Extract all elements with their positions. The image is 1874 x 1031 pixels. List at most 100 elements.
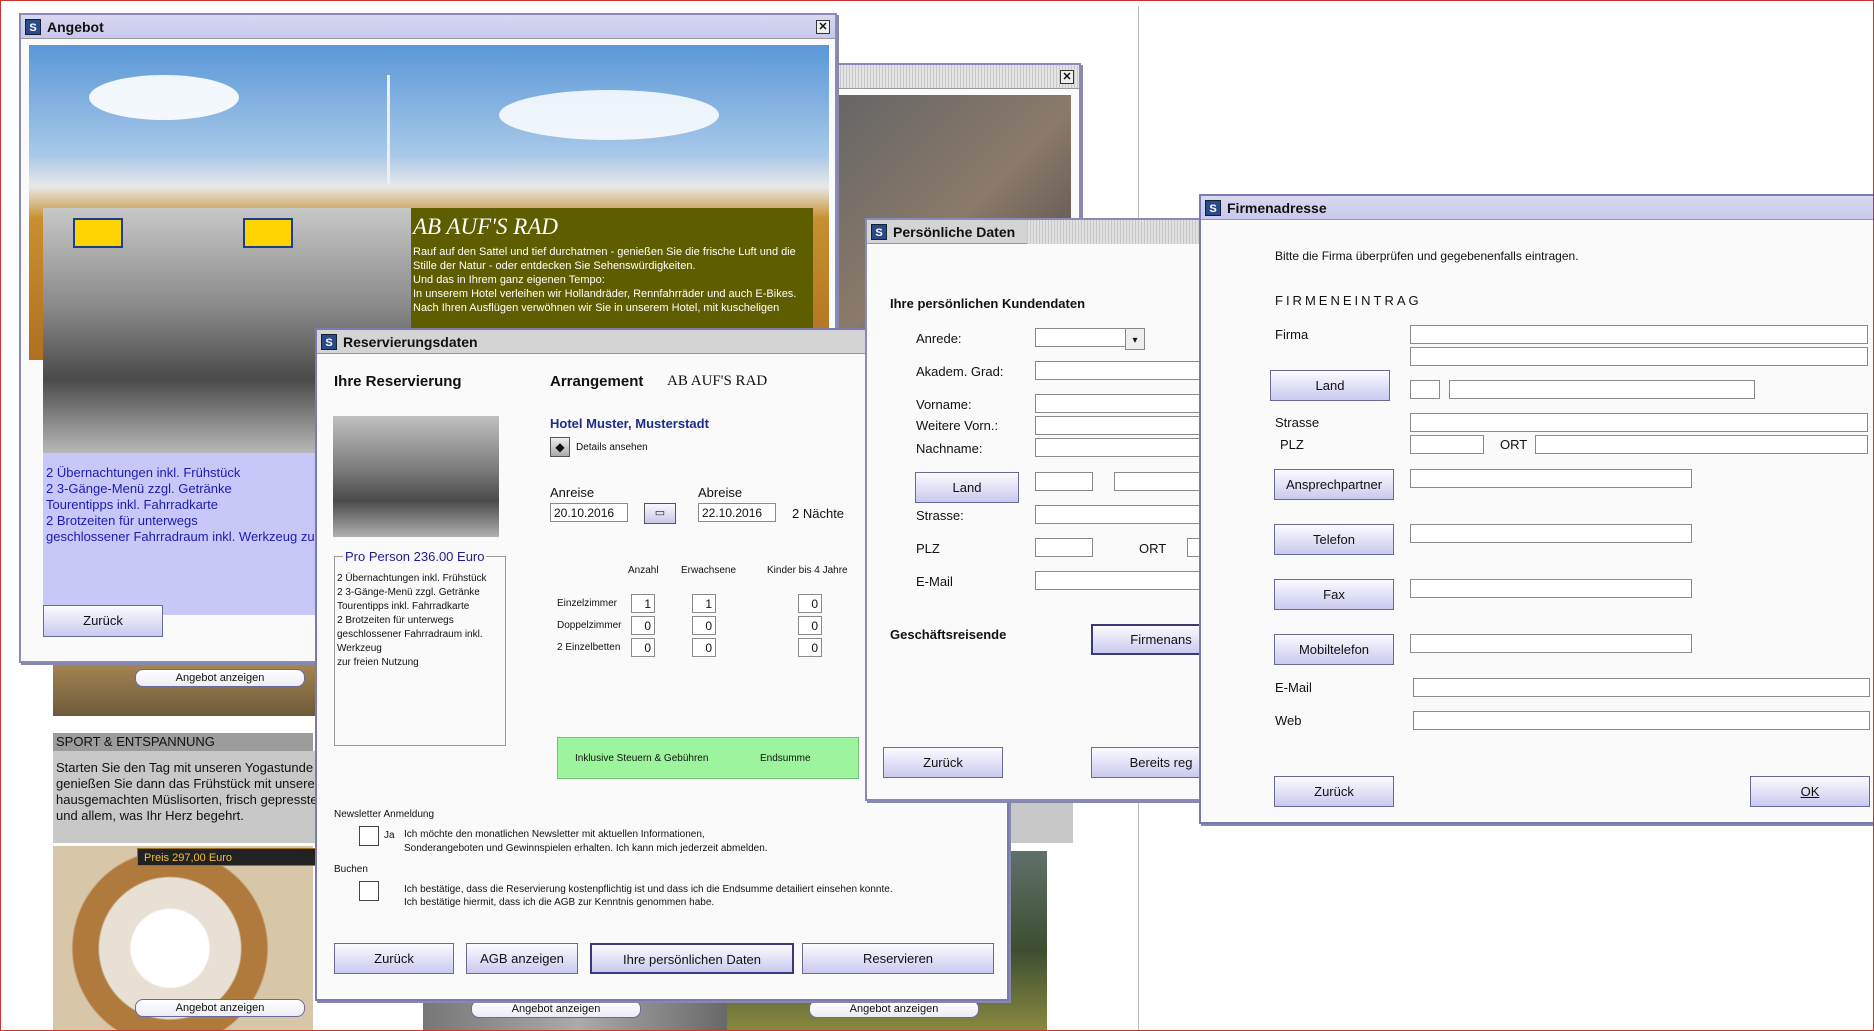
- close-icon[interactable]: ✕: [1060, 70, 1074, 84]
- persoenlich-back-button[interactable]: Zurück: [883, 747, 1003, 778]
- app-icon: S: [25, 19, 41, 35]
- sign: [243, 218, 293, 248]
- newsletter-text: Ich möchte den monatlichen Newsletter mi…: [404, 829, 705, 840]
- fax-button[interactable]: Fax: [1274, 579, 1394, 610]
- firma-land-button[interactable]: Land: [1270, 370, 1390, 401]
- row-label: 2 Einzelbetten: [557, 642, 621, 653]
- col-anzahl: Anzahl: [628, 565, 659, 576]
- pro-person-item: 2 3-Gänge-Menü zzgl. Getränke: [337, 587, 480, 598]
- firma-field-2[interactable]: [1410, 347, 1868, 366]
- hidden-window-titlebar: ✕: [828, 65, 1079, 89]
- firma-field-1[interactable]: [1410, 325, 1868, 344]
- plz-field[interactable]: [1035, 538, 1093, 557]
- land-button[interactable]: Land: [915, 472, 1019, 503]
- vorname-field[interactable]: [1035, 394, 1203, 413]
- titlebar-stripe: [1027, 220, 1203, 244]
- strasse-field[interactable]: [1035, 505, 1203, 524]
- abreise-field[interactable]: 22.10.2016: [698, 503, 776, 522]
- doppelzimmer-kinder[interactable]: 0: [798, 616, 822, 635]
- telefon-button[interactable]: Telefon: [1274, 524, 1394, 555]
- details-icon[interactable]: ◆: [550, 437, 570, 457]
- firma-strasse-field[interactable]: [1410, 413, 1868, 432]
- pro-person-items: 2 Übernachtungen inkl. Frühstück 2 3-Gän…: [337, 572, 505, 670]
- firma-section: FIRMENEINTRAG: [1275, 293, 1422, 308]
- einzelzimmer-anzahl[interactable]: 1: [631, 594, 655, 613]
- show-offer-button-3[interactable]: Angebot anzeigen: [471, 1000, 641, 1018]
- firma-land-code[interactable]: [1410, 380, 1440, 399]
- reservation-photo: [333, 416, 499, 537]
- sign: [73, 218, 123, 248]
- grad-field[interactable]: [1035, 361, 1203, 380]
- details-link[interactable]: Details ansehen: [576, 442, 648, 453]
- firma-plz-field[interactable]: [1410, 435, 1484, 454]
- firma-titlebar: S Firmenadresse: [1201, 196, 1873, 220]
- email-label: E-Mail: [916, 574, 953, 589]
- fax-field[interactable]: [1410, 579, 1692, 598]
- close-icon[interactable]: ✕: [816, 20, 830, 34]
- newsletter-heading: Newsletter Anmeldung: [334, 809, 435, 820]
- einzelbetten-anzahl[interactable]: 0: [631, 638, 655, 657]
- firma-email-label: E-Mail: [1275, 680, 1312, 695]
- nachname-field[interactable]: [1035, 438, 1203, 457]
- buchen-text: Ich bestätige, dass die Reservierung kos…: [404, 884, 893, 895]
- newsletter-checkbox[interactable]: [359, 826, 379, 846]
- firma-land-name[interactable]: [1449, 380, 1755, 399]
- reserve-button[interactable]: Reservieren: [802, 943, 994, 974]
- firmenadresse-button[interactable]: Firmenans: [1091, 624, 1203, 655]
- row-label: Doppelzimmer: [557, 620, 622, 631]
- offer-text-panel: AB AUF'S RAD Rauf auf den Sattel und tie…: [411, 208, 813, 336]
- angebot-back-button[interactable]: Zurück: [43, 605, 163, 637]
- pro-person-item: geschlossener Fahrradraum inkl. Werkzeug: [337, 629, 483, 654]
- ansprechpartner-button[interactable]: Ansprechpartner: [1274, 469, 1394, 500]
- weitere-field[interactable]: [1035, 416, 1203, 435]
- buchen-heading: Buchen: [334, 864, 368, 875]
- personal-data-button[interactable]: Ihre persönlichen Daten: [590, 943, 794, 974]
- row-label: Einzelzimmer: [557, 598, 618, 609]
- buchen-checkbox[interactable]: [359, 881, 379, 901]
- agb-button[interactable]: AGB anzeigen: [466, 943, 578, 974]
- firma-back-button[interactable]: Zurück: [1274, 776, 1394, 807]
- firma-plz-label: PLZ: [1280, 437, 1304, 452]
- newsletter-text: Sonderangeboten und Gewinnspielen erhalt…: [404, 843, 768, 854]
- app-icon: S: [871, 224, 887, 240]
- doppelzimmer-anzahl[interactable]: 0: [631, 616, 655, 635]
- firma-ort-field[interactable]: [1535, 435, 1868, 454]
- anrede-label: Anrede:: [916, 331, 962, 346]
- mobiltelefon-field[interactable]: [1410, 634, 1692, 653]
- reservierung-back-button[interactable]: Zurück: [334, 943, 454, 974]
- show-offer-button-2[interactable]: Angebot anzeigen: [135, 999, 305, 1017]
- anreise-field[interactable]: 20.10.2016: [550, 503, 628, 522]
- ansprechpartner-field[interactable]: [1410, 469, 1692, 488]
- einzelbetten-erw[interactable]: 0: [692, 638, 716, 657]
- offer-desc-line: Nach Ihren Ausflügen verwöhnen wir Sie i…: [413, 302, 780, 314]
- reservation-heading: Ihre Reservierung: [334, 373, 462, 390]
- newsletter-ja: Ja: [384, 830, 395, 841]
- email-field[interactable]: [1035, 571, 1203, 590]
- price-text: Preis 297,00 Euro: [144, 852, 233, 864]
- einzelzimmer-erw[interactable]: 1: [692, 594, 716, 613]
- calendar-icon[interactable]: ▭: [644, 503, 676, 524]
- show-offer-button-1[interactable]: Angebot anzeigen: [135, 669, 305, 687]
- pro-person-item: 2 Übernachtungen inkl. Frühstück: [337, 573, 487, 584]
- weitere-label: Weitere Vorn.:: [916, 418, 999, 433]
- chevron-down-icon[interactable]: ▾: [1125, 328, 1145, 350]
- doppelzimmer-erw[interactable]: 0: [692, 616, 716, 635]
- persoenlich-window: S Persönliche Daten Ihre persönlichen Kun…: [865, 218, 1205, 801]
- land-name-field[interactable]: [1114, 472, 1203, 491]
- telefon-field[interactable]: [1410, 524, 1692, 543]
- firma-ort-label: ORT: [1500, 437, 1528, 452]
- ok-button[interactable]: OK: [1750, 776, 1870, 807]
- land-code-field[interactable]: [1035, 472, 1093, 491]
- arrangement-label: Arrangement: [550, 373, 644, 390]
- mobiltelefon-button[interactable]: Mobiltelefon: [1274, 634, 1394, 665]
- show-offer-button-4[interactable]: Angebot anzeigen: [809, 1000, 979, 1018]
- angebot-title: Angebot: [47, 19, 104, 35]
- firma-title: Firmenadresse: [1227, 200, 1327, 216]
- einzelzimmer-kinder[interactable]: 0: [798, 594, 822, 613]
- ort-label: ORT: [1139, 541, 1167, 556]
- firma-email-field[interactable]: [1413, 678, 1870, 697]
- strasse-label: Strasse:: [916, 508, 964, 523]
- einzelbetten-kinder[interactable]: 0: [798, 638, 822, 657]
- bereits-registriert-button[interactable]: Bereits reg: [1091, 747, 1203, 778]
- firma-web-field[interactable]: [1413, 711, 1870, 730]
